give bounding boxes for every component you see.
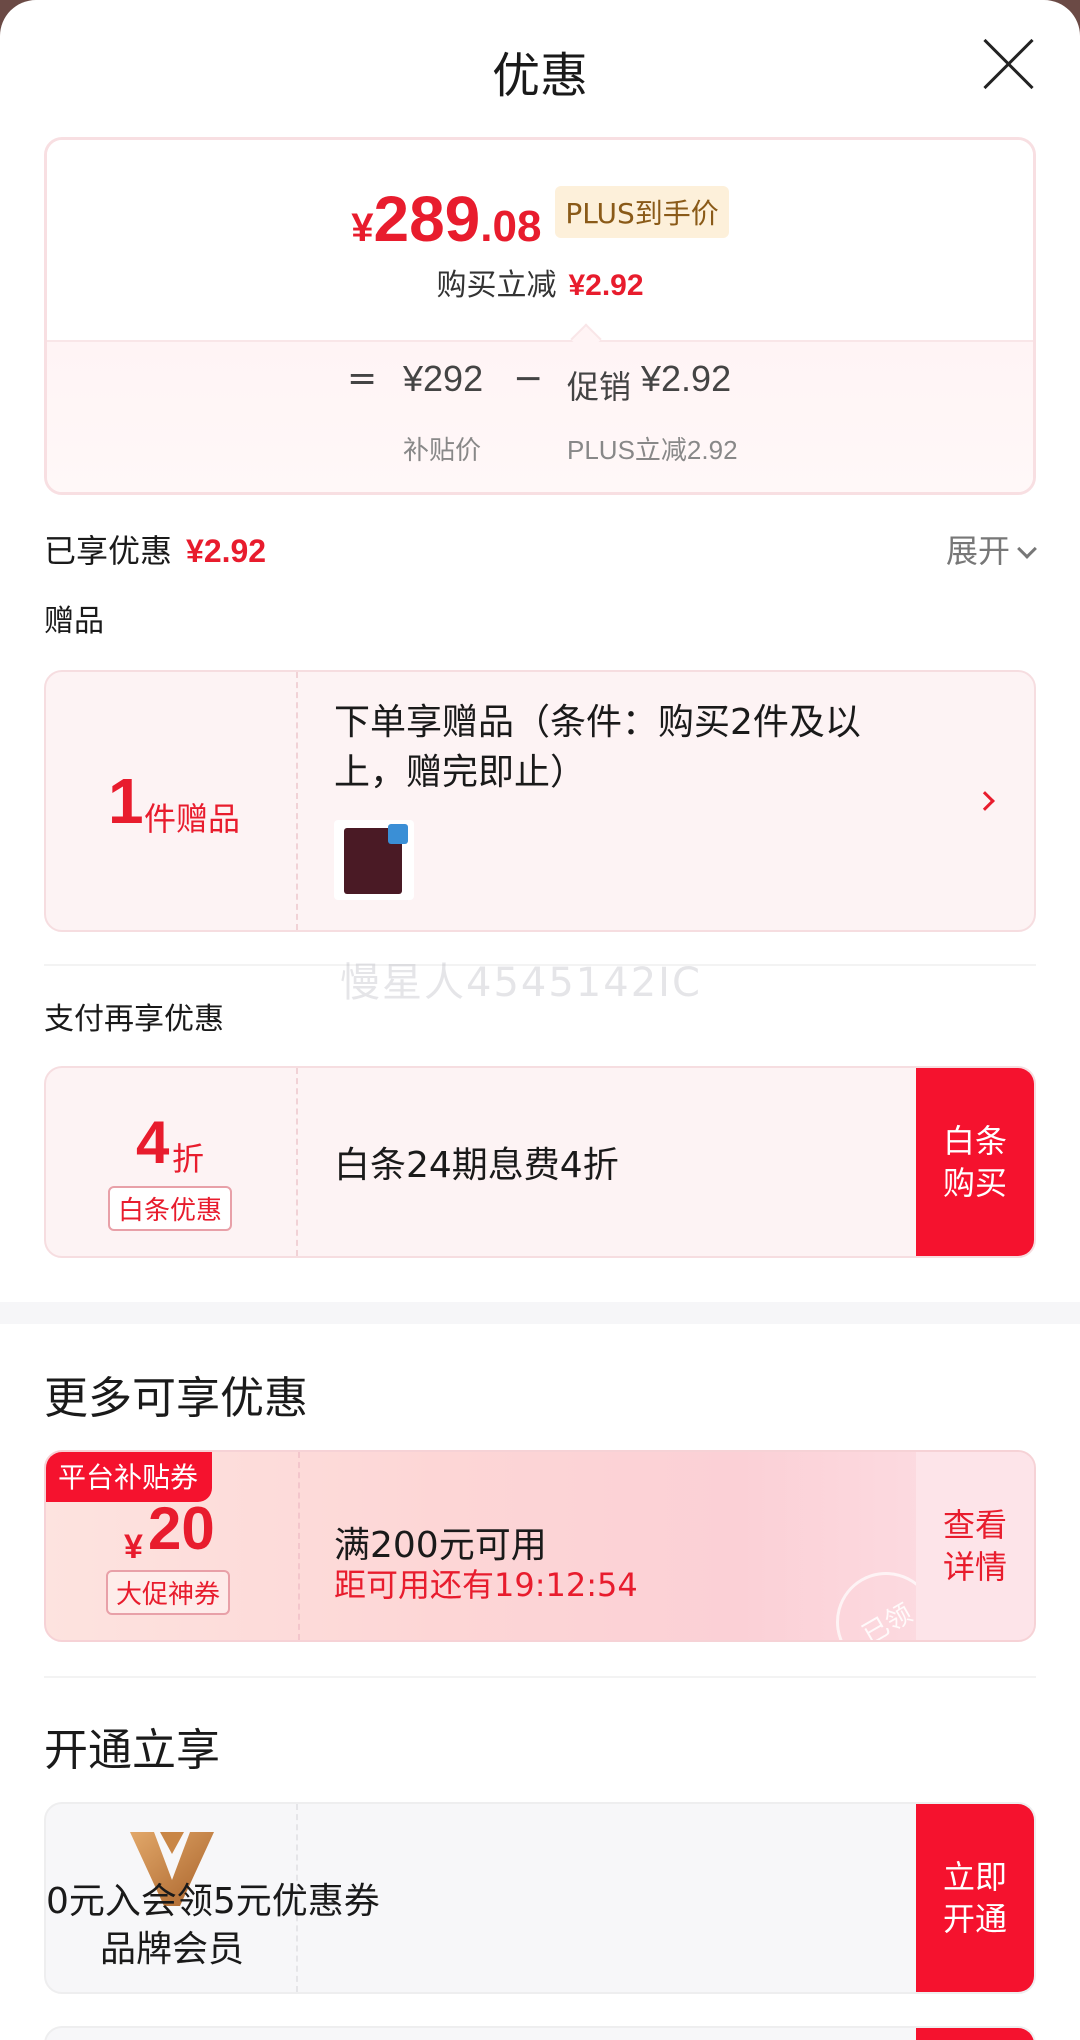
plus-reduce-label: PLUS立减2.92	[567, 435, 738, 465]
next-card-partial	[44, 2026, 1036, 2040]
coupon-currency: ¥	[124, 1528, 143, 1566]
price-decimal: .08	[480, 202, 542, 251]
sheet-title: 优惠	[491, 48, 588, 104]
gift-info: 下单享赠品（条件：购买2件及以上，赠完即止）	[334, 672, 904, 930]
divider	[44, 1676, 1036, 1678]
coupon-type: 大促神券	[106, 1570, 231, 1615]
instant-reduce: 购买立减 ¥2.92	[47, 260, 1033, 304]
baitiao-info: 白条24期息费4折	[334, 1068, 904, 1256]
coupon-separator	[298, 1452, 300, 1640]
promo-value: ¥2.92	[641, 358, 732, 399]
subsidy-label: 补贴价	[403, 436, 482, 466]
close-icon[interactable]	[980, 36, 1036, 92]
platform-coupon-card[interactable]: 平台补贴券 ¥ 20 大促神券 满200元可用 距可用还有19:12:54 已领…	[44, 1450, 1036, 1642]
chevron-down-icon	[1017, 539, 1037, 559]
subsidy-price: ¥292	[403, 358, 484, 399]
chevron-right-icon[interactable]	[975, 791, 995, 811]
more-section-title: 更多可享优惠	[44, 1373, 308, 1424]
gift-description: 下单享赠品（条件：购买2件及以上，赠完即止）	[334, 702, 861, 793]
price-summary: ¥ 289 .08 PLUS到手价 购买立减 ¥2.92	[47, 140, 1033, 340]
watermark: 慢星人4545142IC	[340, 960, 702, 1006]
enjoyed-discount: 已享优惠 ¥2.92	[44, 526, 266, 572]
expand-button[interactable]: 展开	[945, 526, 1037, 572]
header: 优惠	[0, 28, 1080, 108]
enjoyed-value: ¥2.92	[186, 533, 267, 569]
plus-price-badge: PLUS到手价	[555, 186, 729, 238]
baitiao-description: 白条24期息费4折	[334, 1145, 619, 1186]
price-card: ¥ 289 .08 PLUS到手价 购买立减 ¥2.92 = ¥292 − 促销 …	[44, 137, 1036, 495]
discount-number: 4	[136, 1109, 170, 1176]
pay-section-title: 支付再享优惠	[44, 1002, 224, 1037]
brand-member-description: 0元入会领5元优惠券	[46, 1881, 380, 1922]
gift-section-title: 赠品	[44, 604, 104, 639]
enjoyed-label: 已享优惠	[44, 532, 173, 570]
coupon-details-button[interactable]: 查看 详情	[916, 1452, 1034, 1640]
gift-bag-icon	[344, 824, 408, 894]
section-divider	[0, 1302, 1080, 1324]
discount-unit: 折	[172, 1140, 205, 1178]
final-price: ¥ 289 .08 PLUS到手价	[47, 182, 1033, 256]
price-integer: 289	[373, 183, 481, 255]
coupon-amount: 20	[148, 1495, 215, 1562]
instant-reduce-label: 购买立减	[436, 268, 557, 303]
promo-label: 促销	[567, 368, 632, 406]
coupon-countdown: 距可用还有19:12:54	[334, 1566, 638, 1604]
gift-unit: 件赠品	[144, 800, 241, 838]
promotions-sheet: 优惠 ¥ 289 .08 PLUS到手价 购买立减 ¥2.92 = ¥292 − …	[0, 0, 1080, 2040]
equals-sign: =	[347, 358, 378, 399]
gift-count-panel: 1 件赠品	[46, 672, 298, 930]
calc-row: = ¥292 − 促销 ¥2.92	[47, 358, 1033, 418]
price-currency: ¥	[351, 206, 374, 250]
gift-card[interactable]: 1 件赠品 下单享赠品（条件：购买2件及以上，赠完即止）	[44, 670, 1036, 932]
baitiao-card: 4 折 白条优惠 白条24期息费4折 白条 购买	[44, 1066, 1036, 1258]
baitiao-buy-button[interactable]: 白条 购买	[916, 1068, 1034, 1256]
gift-count: 1	[108, 765, 144, 837]
open-section-title: 开通立享	[44, 1725, 220, 1776]
minus-sign: −	[513, 358, 544, 399]
instant-reduce-value: ¥2.92	[568, 269, 644, 302]
gift-thumbnail[interactable]	[334, 820, 414, 900]
expand-label: 展开	[945, 532, 1010, 570]
baitiao-tag: 白条优惠	[108, 1186, 233, 1231]
baitiao-discount-panel: 4 折 白条优惠	[46, 1068, 298, 1256]
brand-member-card: 品牌会员 0元入会领5元优惠券 立即 开通	[44, 1802, 1036, 1994]
join-now-button[interactable]: 立即 开通	[916, 1804, 1034, 1992]
